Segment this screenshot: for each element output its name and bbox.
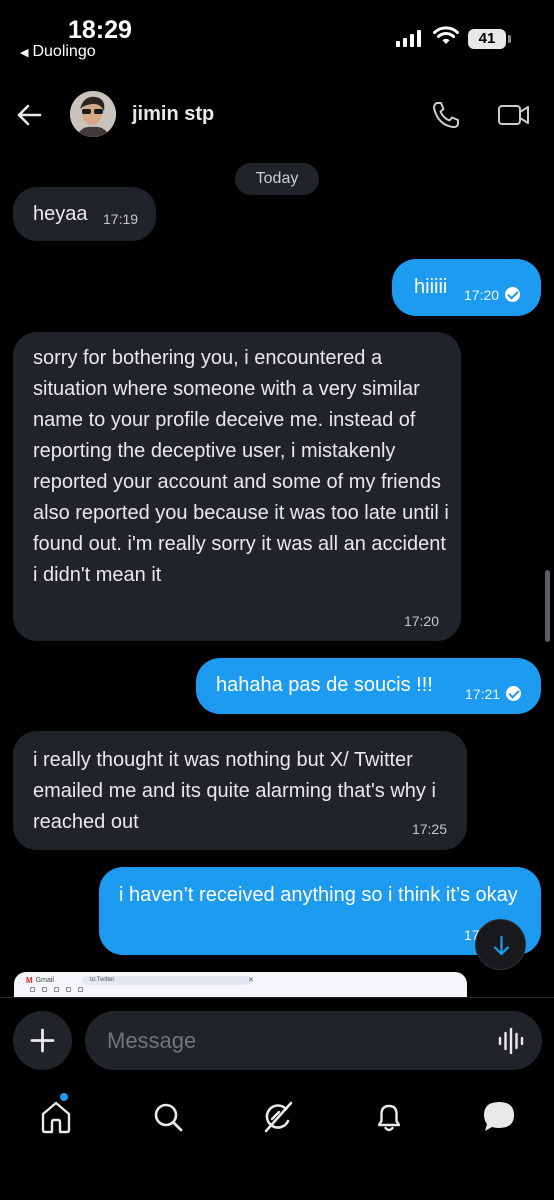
- composer-divider: [0, 997, 554, 998]
- message-text: sorry for bothering you, i encountered a…: [33, 347, 449, 586]
- grok-icon[interactable]: [258, 1097, 298, 1137]
- wifi-icon: [433, 26, 459, 44]
- contact-avatar[interactable]: [70, 91, 116, 137]
- battery-indicator: 41: [468, 29, 506, 49]
- home-notification-dot: [60, 1093, 68, 1101]
- search-icon[interactable]: [148, 1097, 188, 1137]
- attachment-close-mark: ✕: [248, 977, 254, 984]
- scrollbar-thumb[interactable]: [545, 570, 550, 642]
- video-camera-icon[interactable]: [497, 101, 531, 129]
- status-time: 18:29: [68, 16, 132, 44]
- incoming-message[interactable]: heyaa 17:19: [13, 187, 156, 241]
- message-time: 17:20: [403, 613, 439, 629]
- incoming-message[interactable]: i really thought it was nothing but X/ T…: [13, 731, 467, 850]
- gmail-logo: M Gmail: [26, 976, 54, 985]
- message-text: heyaa: [33, 203, 88, 225]
- arrow-down-icon: [493, 935, 510, 956]
- incoming-message[interactable]: sorry for bothering you, i encountered a…: [13, 332, 461, 641]
- seen-check-icon: [505, 287, 521, 302]
- date-separator: Today: [235, 163, 319, 195]
- messages-icon[interactable]: [479, 1097, 519, 1137]
- back-to-app-link[interactable]: ◀ Duolingo: [20, 43, 96, 61]
- battery-tip: [508, 35, 511, 43]
- outgoing-message[interactable]: hahaha pas de soucis !!! 17:21: [196, 658, 541, 714]
- scroll-to-bottom-button[interactable]: [475, 919, 526, 970]
- message-time: 17:25: [411, 821, 447, 837]
- message-text: hiiiii: [414, 276, 448, 298]
- image-attachment[interactable]: M Gmail to:Twitter ✕: [14, 972, 467, 998]
- message-time: 17:21: [465, 686, 501, 702]
- message-placeholder: Message: [107, 1028, 197, 1053]
- outgoing-message[interactable]: hiiiii 17:20: [392, 259, 541, 316]
- arrow-left-icon[interactable]: [14, 100, 44, 130]
- seen-check-icon: [506, 686, 522, 701]
- add-media-button[interactable]: [13, 1011, 72, 1070]
- back-app-label: Duolingo: [32, 43, 96, 60]
- home-icon[interactable]: [36, 1097, 76, 1137]
- message-text: i really thought it was nothing but X/ T…: [33, 749, 436, 833]
- message-time: 17:20: [464, 287, 500, 303]
- contact-name[interactable]: jimin stp: [132, 103, 214, 126]
- back-triangle-icon: ◀: [20, 46, 29, 59]
- attachment-search-bar: to:Twitter: [82, 976, 252, 985]
- plus-icon: [30, 1028, 55, 1053]
- message-time: 17:19: [103, 211, 139, 227]
- phone-icon[interactable]: [430, 100, 462, 130]
- message-text: i haven’t received anything so i think i…: [119, 884, 518, 906]
- waveform-icon[interactable]: [497, 1027, 525, 1055]
- cellular-signal-icon: [396, 29, 421, 47]
- message-text: hahaha pas de soucis !!!: [216, 674, 433, 696]
- bell-icon[interactable]: [369, 1097, 409, 1137]
